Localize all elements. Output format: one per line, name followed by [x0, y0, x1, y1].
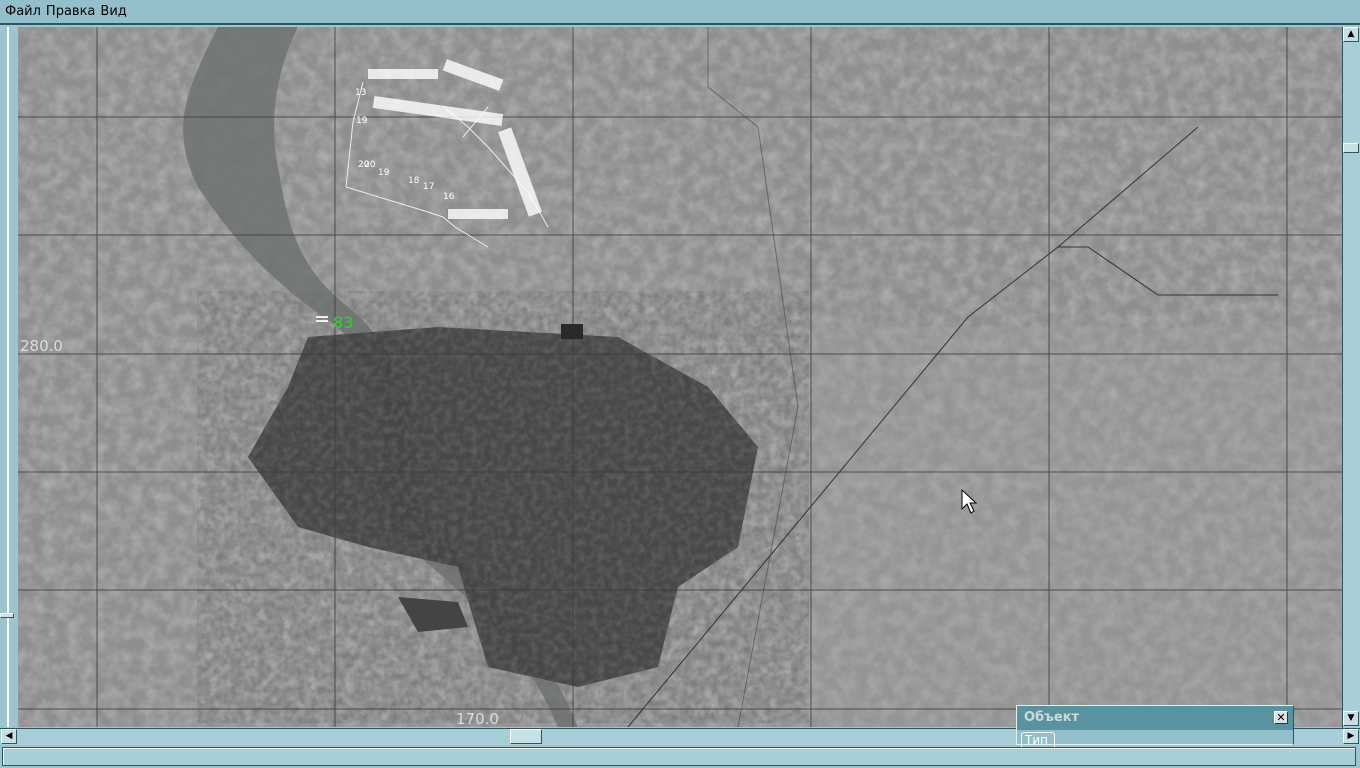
map-viewport[interactable]: 20 19 13 20 19 18 17 16 83 280.0 170.0 [18, 27, 1342, 727]
object-panel-title: Объект [1024, 710, 1080, 725]
menu-view[interactable]: Вид [100, 4, 126, 19]
menu-file[interactable]: Файл [5, 4, 41, 19]
object-panel-titlebar[interactable]: Объект ✕ [1017, 706, 1293, 730]
svg-text:19: 19 [378, 168, 390, 178]
svg-text:20: 20 [358, 160, 370, 170]
unit-number[interactable]: 83 [333, 313, 353, 332]
vertical-scrollbar[interactable]: ▲ ▼ [1342, 27, 1360, 728]
svg-text:19: 19 [356, 116, 368, 126]
menu-bar: Файл Правка Вид [0, 0, 1360, 25]
object-panel: Объект ✕ Тип [1016, 705, 1294, 747]
mouse-cursor-icon [961, 489, 977, 514]
tab-type[interactable]: Тип [1021, 732, 1055, 747]
vertical-scroll-thumb[interactable] [1343, 143, 1359, 153]
slider-track [7, 27, 9, 727]
close-icon[interactable]: ✕ [1274, 711, 1288, 724]
svg-text:13: 13 [355, 88, 366, 98]
slider-handle[interactable] [0, 613, 14, 618]
menu-edit[interactable]: Правка [46, 4, 95, 19]
horizontal-scroll-thumb[interactable] [510, 729, 542, 744]
coord-label-y: 280.0 [20, 337, 63, 355]
scroll-up-button[interactable]: ▲ [1343, 27, 1359, 42]
scroll-down-button[interactable]: ▼ [1343, 711, 1359, 726]
status-bar [2, 747, 1356, 766]
map-canvas: 2019132019181716 [18, 27, 1342, 727]
svg-text:17: 17 [423, 182, 434, 192]
svg-text:16: 16 [443, 192, 455, 202]
scroll-right-button[interactable]: ▶ [1343, 729, 1359, 744]
scroll-left-button[interactable]: ◀ [1, 729, 17, 744]
coord-label-x: 170.0 [456, 710, 499, 727]
farmland [798, 327, 1342, 727]
building-marker [561, 324, 583, 339]
unit-icon[interactable] [316, 316, 328, 322]
left-slider[interactable] [0, 27, 18, 727]
svg-text:18: 18 [408, 176, 420, 186]
